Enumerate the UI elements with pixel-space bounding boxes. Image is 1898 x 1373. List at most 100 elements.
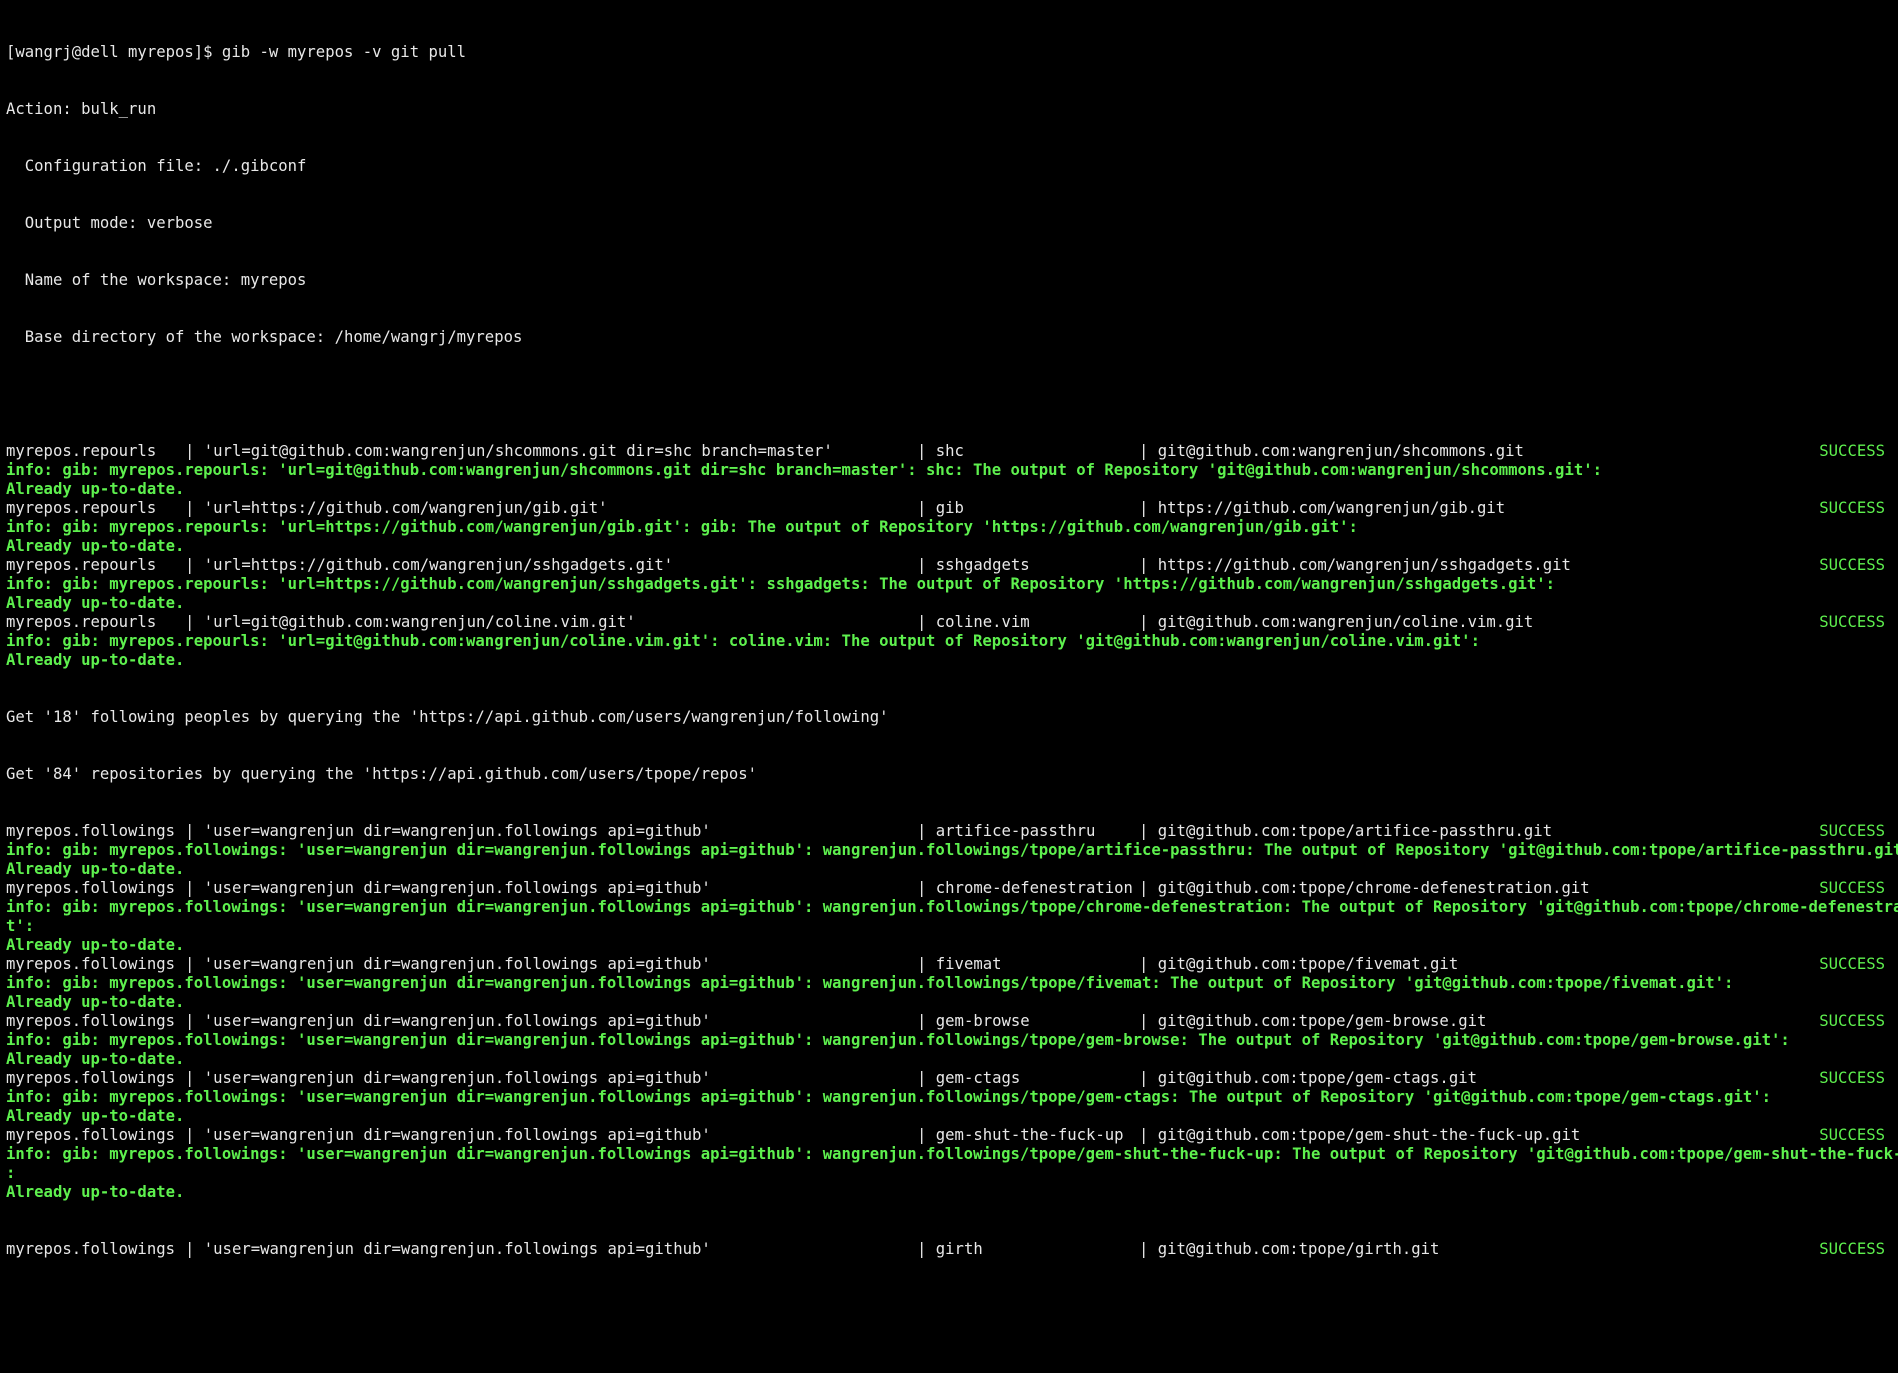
repo-url: | git@github.com:tpope/gem-ctags.git	[1139, 1069, 1477, 1088]
separator: |	[1139, 879, 1149, 897]
repourls-block: myrepos.repourls | 'url=git@github.com:wa…	[6, 442, 1888, 670]
separator: |	[1139, 442, 1149, 460]
repo-spec-text: 'url=https://github.com/wangrenjun/sshga…	[203, 556, 674, 574]
repo-url: | git@github.com:tpope/gem-browse.git	[1139, 1012, 1486, 1031]
repo-spec: | 'user=wangrenjun dir=wangrenjun.follow…	[185, 822, 711, 841]
repo-name: | gem-ctags	[917, 1069, 1020, 1088]
repo-spec: | 'user=wangrenjun dir=wangrenjun.follow…	[185, 1069, 711, 1088]
repo-name-text: gib	[935, 499, 964, 517]
command-prompt-line: [wangrj@dell myrepos]$ gib -w myrepos -v…	[6, 43, 467, 61]
separator: |	[185, 955, 195, 973]
repo-name-text: chrome-defenestration	[935, 879, 1133, 897]
repo-group: myrepos.followings	[6, 1069, 175, 1087]
repo-url: | git@github.com:tpope/gem-shut-the-fuck…	[1139, 1126, 1580, 1145]
repo-row: myrepos.repourls | 'url=https://github.co…	[6, 556, 1888, 575]
separator: |	[185, 1012, 195, 1030]
repo-name-text: gem-ctags	[935, 1069, 1021, 1087]
repo-spec-text: 'user=wangrenjun dir=wangrenjun.followin…	[203, 1012, 711, 1030]
repo-url-text: git@github.com:tpope/gem-shut-the-fuck-u…	[1157, 1126, 1581, 1144]
repo-spec-text: 'url=git@github.com:wangrenjun/coline.vi…	[203, 613, 636, 631]
info-line-continued: :	[6, 1164, 16, 1182]
repo-name: | chrome-defenestration	[917, 879, 1133, 898]
repo-name: | artifice-passthru	[917, 822, 1095, 841]
repo-spec-text: 'url=git@github.com:wangrenjun/shcommons…	[203, 442, 833, 460]
separator: |	[917, 556, 927, 574]
info-line-continued: t':	[6, 917, 35, 935]
separator: |	[1139, 1126, 1149, 1144]
separator: |	[185, 1240, 195, 1258]
header-line: Output mode: verbose	[6, 214, 213, 232]
repo-url-text: https://github.com/wangrenjun/sshgadgets…	[1157, 556, 1571, 574]
repo-url-text: git@github.com:tpope/gem-ctags.git	[1157, 1069, 1477, 1087]
separator: |	[917, 613, 927, 631]
repo-name: | girth	[917, 1240, 983, 1259]
result-line: Already up-to-date.	[6, 480, 185, 498]
repo-name: | gib	[917, 499, 964, 518]
status-success: SUCCESS	[1819, 822, 1885, 840]
repo-url-text: git@github.com:tpope/chrome-defenestrati…	[1157, 879, 1590, 897]
separator: |	[1139, 1240, 1149, 1258]
separator: |	[917, 442, 927, 460]
repo-row: myrepos.repourls | 'url=git@github.com:wa…	[6, 613, 1888, 632]
separator: |	[917, 1240, 927, 1258]
repo-spec: | 'user=wangrenjun dir=wangrenjun.follow…	[185, 879, 711, 898]
repo-row: myrepos.followings | 'user=wangrenjun dir…	[6, 1012, 1888, 1031]
separator: |	[1139, 556, 1149, 574]
separator: |	[1139, 822, 1149, 840]
repo-name: | coline.vim	[917, 613, 1030, 632]
repo-spec: | 'user=wangrenjun dir=wangrenjun.follow…	[185, 1012, 711, 1031]
repo-group: myrepos.followings	[6, 1126, 175, 1144]
repo-spec-text: 'user=wangrenjun dir=wangrenjun.followin…	[203, 1126, 711, 1144]
separator: |	[917, 1069, 927, 1087]
result-line: Already up-to-date.	[6, 537, 185, 555]
repo-url-text: git@github.com:tpope/artifice-passthru.g…	[1157, 822, 1553, 840]
repo-name: | shc	[917, 442, 964, 461]
repo-url: | https://github.com/wangrenjun/sshgadge…	[1139, 556, 1571, 575]
separator: |	[185, 499, 195, 517]
repo-name-text: shc	[935, 442, 964, 460]
repo-row: myrepos.followings | 'user=wangrenjun dir…	[6, 955, 1888, 974]
repo-row: myrepos.repourls | 'url=https://github.co…	[6, 499, 1888, 518]
header-line: Name of the workspace: myrepos	[6, 271, 307, 289]
repo-name-text: girth	[935, 1240, 983, 1258]
repo-name: | fivemat	[917, 955, 1002, 974]
separator: |	[1139, 1069, 1149, 1087]
repo-name: | gem-browse	[917, 1012, 1030, 1031]
repo-url: | git@github.com:tpope/artifice-passthru…	[1139, 822, 1552, 841]
repo-name-text: sshgadgets	[935, 556, 1030, 574]
separator: |	[917, 955, 927, 973]
terminal-output[interactable]: [wangrj@dell myrepos]$ gib -w myrepos -v…	[6, 5, 1898, 1278]
info-line: info: gib: myrepos.followings: 'user=wan…	[6, 1031, 1790, 1049]
repo-group: myrepos.repourls	[6, 442, 157, 460]
info-line: info: gib: myrepos.followings: 'user=wan…	[6, 974, 1734, 992]
separator: |	[185, 442, 195, 460]
separator: |	[185, 1069, 195, 1087]
repo-url-text: git@github.com:wangrenjun/coline.vim.git	[1157, 613, 1534, 631]
status-success: SUCCESS	[1819, 955, 1885, 973]
status-success: SUCCESS	[1819, 442, 1885, 460]
repo-spec: | 'user=wangrenjun dir=wangrenjun.follow…	[185, 1126, 711, 1145]
separator: |	[1139, 955, 1149, 973]
repo-url: | git@github.com:wangrenjun/shcommons.gi…	[1139, 442, 1524, 461]
info-line: info: gib: myrepos.followings: 'user=wan…	[6, 1145, 1898, 1163]
repo-row: myrepos.followings | 'user=wangrenjun di…	[6, 1240, 1888, 1259]
info-line: info: gib: myrepos.repourls: 'url=https:…	[6, 518, 1358, 536]
repo-row: myrepos.followings | 'user=wangrenjun dir…	[6, 1126, 1888, 1145]
status-success: SUCCESS	[1819, 1240, 1885, 1258]
repo-row: myrepos.repourls | 'url=git@github.com:wa…	[6, 442, 1888, 461]
info-line: info: gib: myrepos.followings: 'user=wan…	[6, 898, 1898, 916]
separator: |	[917, 879, 927, 897]
result-line: Already up-to-date.	[6, 1183, 185, 1201]
separator: |	[185, 613, 195, 631]
repo-name-text: fivemat	[935, 955, 1002, 973]
result-line: Already up-to-date.	[6, 936, 185, 954]
status-success: SUCCESS	[1819, 556, 1885, 574]
followings-block: myrepos.followings | 'user=wangrenjun dir…	[6, 822, 1898, 1202]
repo-url: | git@github.com:wangrenjun/coline.vim.g…	[1139, 613, 1533, 632]
repo-spec-text: 'url=https://github.com/wangrenjun/gib.g…	[203, 499, 608, 517]
result-line: Already up-to-date.	[6, 993, 185, 1011]
repo-url-text: git@github.com:tpope/girth.git	[1157, 1240, 1440, 1258]
repo-group: myrepos.followings	[6, 879, 175, 897]
repo-url-text: git@github.com:wangrenjun/shcommons.git	[1157, 442, 1524, 460]
